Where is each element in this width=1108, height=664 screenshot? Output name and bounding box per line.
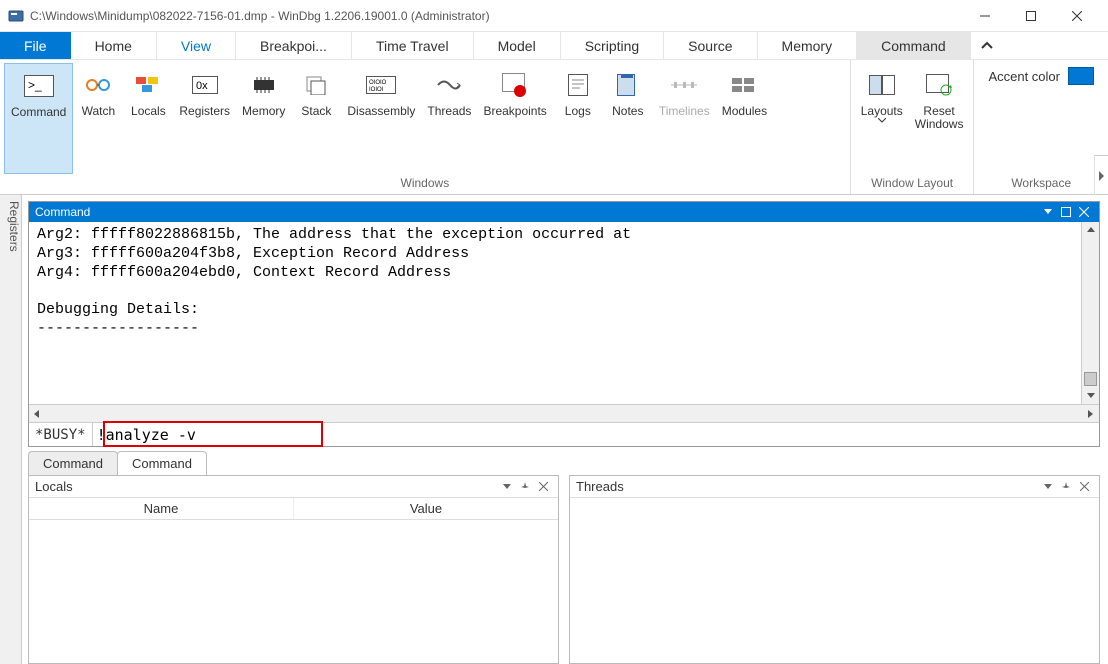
vertical-scrollbar[interactable] <box>1081 222 1099 404</box>
menu-model[interactable]: Model <box>474 32 561 59</box>
threads-icon <box>433 69 465 101</box>
ribbon-threads[interactable]: Threads <box>421 63 477 174</box>
command-window: Command Arg2: fffff8022886815b, The addr… <box>28 201 1100 447</box>
maximize-button[interactable] <box>1008 2 1054 30</box>
panel-close-icon[interactable] <box>1075 482 1093 491</box>
locals-body[interactable] <box>29 520 558 663</box>
minimize-button[interactable] <box>962 2 1008 30</box>
titlebar: C:\Windows\Minidump\082022-7156-01.dmp -… <box>0 0 1108 32</box>
ribbon-modules[interactable]: Modules <box>716 63 773 174</box>
pin-icon[interactable] <box>1057 482 1075 492</box>
ribbon-watch[interactable]: Watch <box>73 63 123 174</box>
logs-icon <box>562 69 594 101</box>
locals-col-name[interactable]: Name <box>29 498 294 519</box>
layouts-icon <box>866 69 898 101</box>
ribbon-disassembly[interactable]: OIOIOIOIOI Disassembly <box>341 63 421 174</box>
menu-command[interactable]: Command <box>857 32 971 59</box>
ribbon-locals[interactable]: Locals <box>123 63 173 174</box>
panel-maximize-icon[interactable] <box>1057 204 1075 220</box>
scroll-up-icon[interactable] <box>1082 222 1099 238</box>
threads-body[interactable] <box>570 498 1099 663</box>
command-titlebar[interactable]: Command <box>29 202 1099 222</box>
horizontal-scrollbar[interactable] <box>29 404 1099 422</box>
terminal-icon: >_ <box>23 70 55 102</box>
svg-text:OIOIO: OIOIO <box>369 80 387 86</box>
ribbon: >_ Command Watch Locals 0x Registers Mem… <box>0 60 1108 195</box>
ribbon-reset-windows[interactable]: Reset Windows <box>909 63 970 174</box>
ribbon-breakpoints[interactable]: Breakpoints <box>477 63 552 174</box>
ribbon-memory[interactable]: Memory <box>236 63 291 174</box>
window-controls <box>962 2 1100 30</box>
panel-dropdown-icon[interactable] <box>1039 204 1057 220</box>
ribbon-group-workspace: Workspace <box>978 174 1104 194</box>
menu-home[interactable]: Home <box>71 32 157 59</box>
side-tab-registers[interactable]: Registers <box>0 195 22 664</box>
notes-icon <box>612 69 644 101</box>
menu-memory[interactable]: Memory <box>758 32 858 59</box>
ribbon-registers[interactable]: 0x Registers <box>173 63 236 174</box>
glasses-icon <box>82 69 114 101</box>
bottom-tabs: Command Command <box>28 451 1100 475</box>
ribbon-notes[interactable]: Notes <box>603 63 653 174</box>
close-button[interactable] <box>1054 2 1100 30</box>
svg-text:0x: 0x <box>196 80 208 92</box>
accent-color-picker[interactable] <box>1068 67 1094 85</box>
panel-dropdown-icon[interactable] <box>1039 484 1057 490</box>
breakpoint-icon <box>499 69 531 101</box>
ribbon-collapse-button[interactable] <box>971 32 1003 59</box>
menu-file[interactable]: File <box>0 32 71 59</box>
menu-view[interactable]: View <box>157 32 236 59</box>
panel-dropdown-icon[interactable] <box>498 484 516 490</box>
threads-panel: Threads <box>569 475 1100 664</box>
scroll-down-icon[interactable] <box>1082 388 1099 404</box>
menu-source[interactable]: Source <box>664 32 757 59</box>
timeline-icon <box>668 69 700 101</box>
locals-col-value[interactable]: Value <box>294 498 558 519</box>
command-output[interactable]: Arg2: fffff8022886815b, The address that… <box>29 222 1081 404</box>
dropdown-icon <box>878 118 886 123</box>
command-input[interactable] <box>93 423 1099 446</box>
svg-text:IOIOI: IOIOI <box>369 87 384 93</box>
panel-close-icon[interactable] <box>534 482 552 491</box>
work-area: Registers Command Arg2: fffff8022886815b… <box>0 195 1108 664</box>
app-icon <box>8 8 24 24</box>
menu-scripting[interactable]: Scripting <box>561 32 664 59</box>
menu-breakpoints[interactable]: Breakpoi... <box>236 32 352 59</box>
tab-command-1[interactable]: Command <box>28 451 118 475</box>
ribbon-group-layout: Window Layout <box>855 174 970 194</box>
ribbon-expand-handle[interactable] <box>1094 155 1108 195</box>
ribbon-stack[interactable]: Stack <box>291 63 341 174</box>
menubar: File Home View Breakpoi... Time Travel M… <box>0 32 1108 60</box>
modules-icon <box>728 69 760 101</box>
locals-panel: Locals Name Value <box>28 475 559 664</box>
binary-icon: OIOIOIOIOI <box>365 69 397 101</box>
svg-text:>_: >_ <box>28 78 42 92</box>
chip-icon <box>248 69 280 101</box>
reset-icon <box>923 69 955 101</box>
threads-title: Threads <box>576 479 624 494</box>
command-status: *BUSY* <box>29 423 93 446</box>
ribbon-group-windows: Windows <box>4 174 846 194</box>
tab-command-2[interactable]: Command <box>117 451 207 475</box>
ribbon-command[interactable]: >_ Command <box>4 63 73 174</box>
ribbon-timelines: Timelines <box>653 63 716 174</box>
scrollbar-thumb[interactable] <box>1084 372 1097 386</box>
menu-timetravel[interactable]: Time Travel <box>352 32 474 59</box>
panel-close-icon[interactable] <box>1075 204 1093 220</box>
stack-icon <box>300 69 332 101</box>
scroll-left-icon[interactable] <box>29 405 45 422</box>
accent-label: Accent color <box>988 69 1060 84</box>
ribbon-logs[interactable]: Logs <box>553 63 603 174</box>
command-title-text: Command <box>35 205 90 219</box>
scroll-right-icon[interactable] <box>1083 405 1099 422</box>
window-title: C:\Windows\Minidump\082022-7156-01.dmp -… <box>30 9 962 23</box>
blocks-icon <box>132 69 164 101</box>
locals-title: Locals <box>35 479 73 494</box>
hex-icon: 0x <box>189 69 221 101</box>
ribbon-layouts[interactable]: Layouts <box>855 63 909 174</box>
pin-icon[interactable] <box>516 482 534 492</box>
